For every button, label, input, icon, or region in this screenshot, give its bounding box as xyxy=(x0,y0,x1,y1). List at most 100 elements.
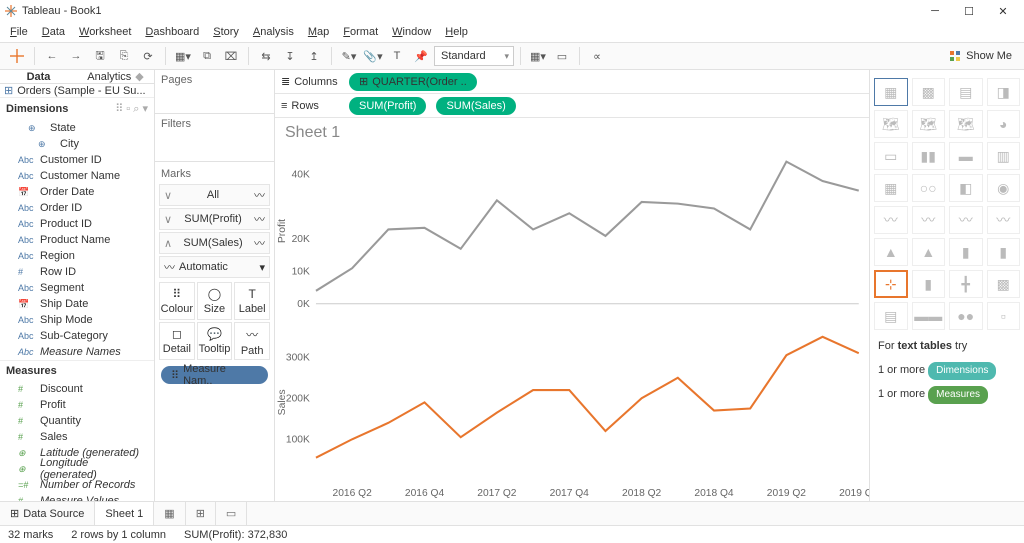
columns-shelf[interactable]: ≣Columns ⊞QUARTER(Order .. xyxy=(275,70,869,94)
pages-shelf[interactable]: Pages xyxy=(155,70,274,114)
showme-viz-20[interactable]: ▲ xyxy=(874,238,908,266)
menu-data[interactable]: Data xyxy=(36,24,71,40)
field-product-name[interactable]: AbcProduct Name xyxy=(0,232,154,248)
showme-viz-8[interactable]: ▭ xyxy=(874,142,908,170)
data-tab[interactable]: Data xyxy=(0,70,77,83)
menu-window[interactable]: Window xyxy=(386,24,437,40)
menu-map[interactable]: Map xyxy=(302,24,335,40)
new-sheet-button[interactable]: ▦ xyxy=(154,502,185,525)
field-region[interactable]: AbcRegion xyxy=(0,248,154,264)
showme-viz-12[interactable]: ▦ xyxy=(874,174,908,202)
showme-viz-26[interactable]: ╋ xyxy=(949,270,983,298)
showme-viz-5[interactable]: 🗺 xyxy=(912,110,946,138)
showme-viz-10[interactable]: ▬ xyxy=(949,142,983,170)
data-source-tab[interactable]: ⊞Data Source xyxy=(0,502,95,525)
show-cards-button[interactable]: ▦▾ xyxy=(527,45,549,67)
close-button[interactable]: ✕ xyxy=(986,0,1020,22)
marks-profit[interactable]: ∨SUM(Profit)〰 xyxy=(159,208,270,230)
chart-area[interactable]: 0K10K20K40KProfit100K200K300KSales2016 Q… xyxy=(275,148,869,501)
showme-viz-31[interactable]: ▫ xyxy=(987,302,1021,330)
showme-viz-18[interactable]: 〰 xyxy=(949,206,983,234)
labels-button[interactable]: T xyxy=(386,45,408,67)
showme-viz-16[interactable]: 〰 xyxy=(874,206,908,234)
show-me-toggle[interactable]: Show Me xyxy=(943,47,1018,65)
showme-viz-23[interactable]: ▮ xyxy=(987,238,1021,266)
field-profit[interactable]: #Profit xyxy=(0,397,154,413)
columns-pill-quarter[interactable]: ⊞QUARTER(Order .. xyxy=(349,73,477,91)
showme-viz-3[interactable]: ◨ xyxy=(987,78,1021,106)
fit-select[interactable]: Standard xyxy=(434,46,514,66)
highlight-button[interactable]: ✎▾ xyxy=(338,45,360,67)
field-state[interactable]: ⊕State xyxy=(0,120,154,136)
new-datasource-button[interactable]: ⎘ xyxy=(113,45,135,67)
menu-format[interactable]: Format xyxy=(337,24,384,40)
marks-sales[interactable]: ∧SUM(Sales)〰 xyxy=(159,232,270,254)
clear-button[interactable]: ⌧ xyxy=(220,45,242,67)
marks-tooltip[interactable]: 💬Tooltip xyxy=(197,322,233,360)
showme-viz-2[interactable]: ▤ xyxy=(949,78,983,106)
menu-worksheet[interactable]: Worksheet xyxy=(73,24,137,40)
forward-button[interactable]: → xyxy=(65,45,87,67)
field-quantity[interactable]: #Quantity xyxy=(0,413,154,429)
showme-viz-4[interactable]: 🗺 xyxy=(874,110,908,138)
share-button[interactable]: ∝ xyxy=(586,45,608,67)
datasource-row[interactable]: ⊞ Orders (Sample - EU Su... xyxy=(0,84,154,98)
new-story-button[interactable]: ▭ xyxy=(216,502,247,525)
showme-viz-19[interactable]: 〰 xyxy=(987,206,1021,234)
showme-viz-28[interactable]: ▤ xyxy=(874,302,908,330)
measure-names-pill[interactable]: ⠿Measure Nam.. xyxy=(161,366,268,384)
showme-viz-13[interactable]: ○○ xyxy=(912,174,946,202)
showme-viz-6[interactable]: 🗺 xyxy=(949,110,983,138)
mark-type-select[interactable]: 〰Automatic▾ xyxy=(159,256,270,278)
showme-viz-15[interactable]: ◉ xyxy=(987,174,1021,202)
filters-shelf[interactable]: Filters xyxy=(155,114,274,162)
marks-all[interactable]: ∨All〰 xyxy=(159,184,270,206)
field-longitude-generated-[interactable]: ⊕Longitude (generated) xyxy=(0,461,154,477)
showme-viz-17[interactable]: 〰 xyxy=(912,206,946,234)
showme-viz-24[interactable]: ⊹ xyxy=(874,270,908,298)
pin-button[interactable]: 📌 xyxy=(410,45,432,67)
field-customer-name[interactable]: AbcCustomer Name xyxy=(0,168,154,184)
field-discount[interactable]: #Discount xyxy=(0,381,154,397)
showme-viz-11[interactable]: ▥ xyxy=(987,142,1021,170)
field-sales[interactable]: #Sales xyxy=(0,429,154,445)
field-product-id[interactable]: AbcProduct ID xyxy=(0,216,154,232)
showme-viz-7[interactable]: ◕ xyxy=(987,110,1021,138)
maximize-button[interactable]: ☐ xyxy=(952,0,986,22)
showme-viz-29[interactable]: ▬▬ xyxy=(912,302,946,330)
new-dashboard-button[interactable]: ⊞ xyxy=(186,502,216,525)
showme-viz-0[interactable]: ▦ xyxy=(874,78,908,106)
showme-viz-22[interactable]: ▮ xyxy=(949,238,983,266)
sheet1-tab[interactable]: Sheet 1 xyxy=(95,502,154,525)
menu-file[interactable]: File xyxy=(4,24,34,40)
menu-dashboard[interactable]: Dashboard xyxy=(139,24,205,40)
showme-viz-27[interactable]: ▩ xyxy=(987,270,1021,298)
swap-button[interactable]: ⇆ xyxy=(255,45,277,67)
tableau-icon[interactable] xyxy=(6,45,28,67)
showme-viz-30[interactable]: ●● xyxy=(949,302,983,330)
showme-viz-1[interactable]: ▩ xyxy=(912,78,946,106)
field-customer-id[interactable]: AbcCustomer ID xyxy=(0,152,154,168)
marks-path[interactable]: 〰Path xyxy=(234,322,270,360)
field-order-date[interactable]: 📅Order Date xyxy=(0,184,154,200)
field-order-id[interactable]: AbcOrder ID xyxy=(0,200,154,216)
field-number-of-records[interactable]: =#Number of Records xyxy=(0,477,154,493)
marks-detail[interactable]: ◻Detail xyxy=(159,322,195,360)
showme-viz-14[interactable]: ◧ xyxy=(949,174,983,202)
showme-viz-21[interactable]: ▲ xyxy=(912,238,946,266)
sort-asc-button[interactable]: ↧ xyxy=(279,45,301,67)
group-button[interactable]: 📎▾ xyxy=(362,45,384,67)
showme-viz-25[interactable]: ▮ xyxy=(912,270,946,298)
field-city[interactable]: ⊕City xyxy=(0,136,154,152)
marks-size[interactable]: ◯Size xyxy=(197,282,233,320)
menu-story[interactable]: Story xyxy=(207,24,245,40)
analytics-tab[interactable]: Analytics ◆ xyxy=(77,70,154,83)
refresh-button[interactable]: ⟳ xyxy=(137,45,159,67)
marks-colour[interactable]: ⠿Colour xyxy=(159,282,195,320)
showme-viz-9[interactable]: ▮▮ xyxy=(912,142,946,170)
minimize-button[interactable]: ─ xyxy=(918,0,952,22)
duplicate-button[interactable]: ⧉ xyxy=(196,45,218,67)
field-measure-names[interactable]: AbcMeasure Names xyxy=(0,344,154,360)
field-row-id[interactable]: #Row ID xyxy=(0,264,154,280)
field-ship-mode[interactable]: AbcShip Mode xyxy=(0,312,154,328)
